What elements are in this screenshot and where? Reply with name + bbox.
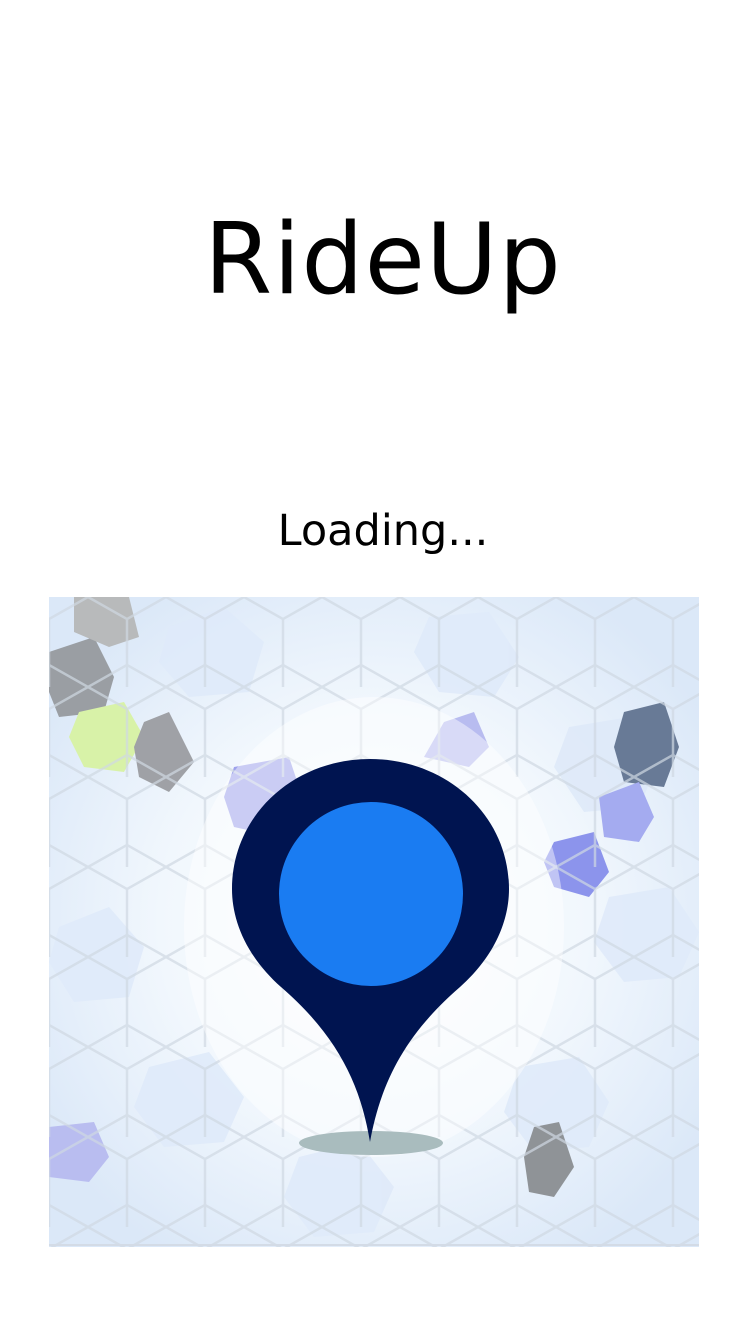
loading-status: Loading... (277, 506, 489, 556)
mosaic-background (49, 597, 699, 1247)
splash-image (49, 597, 699, 1247)
app-title: RideUp (204, 203, 562, 317)
